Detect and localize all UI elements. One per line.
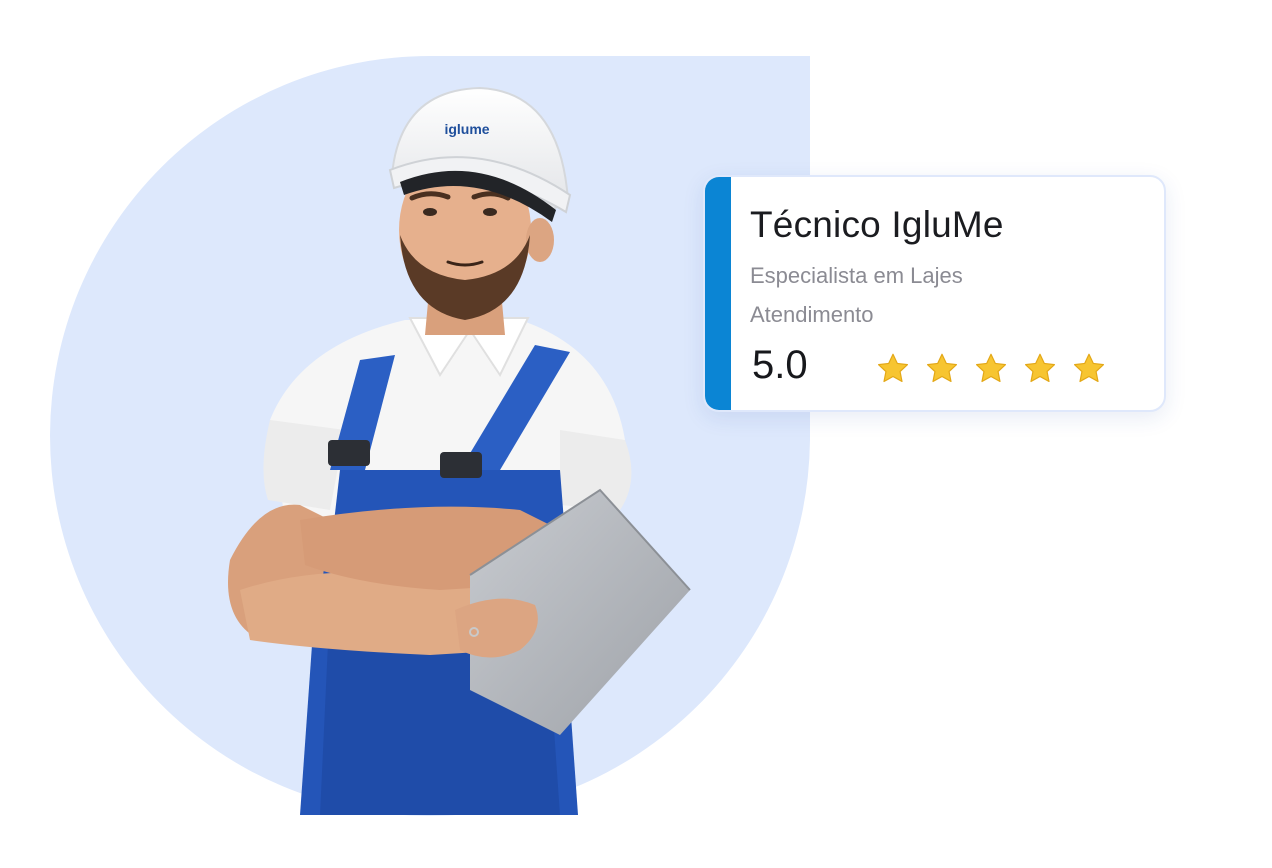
rating-stars: [875, 351, 1107, 387]
rating-score: 5.0: [752, 343, 808, 387]
star-icon: [1074, 353, 1104, 383]
card-accent-bar: [705, 177, 731, 410]
card-title: Técnico IgluMe: [750, 204, 1004, 245]
service-label: Atendimento: [750, 302, 874, 327]
helmet-logo: iglume: [444, 121, 489, 137]
specialty-label: Especialista em Lajes: [750, 263, 963, 288]
star-icon: [976, 353, 1006, 383]
star-icon: [927, 353, 957, 383]
star-icon: [878, 353, 908, 383]
star-icon: [1025, 353, 1055, 383]
technician-photo: iglume: [228, 86, 691, 815]
technician-rating-card: Técnico IgluMe Especialista em Lajes Ate…: [703, 175, 1166, 412]
